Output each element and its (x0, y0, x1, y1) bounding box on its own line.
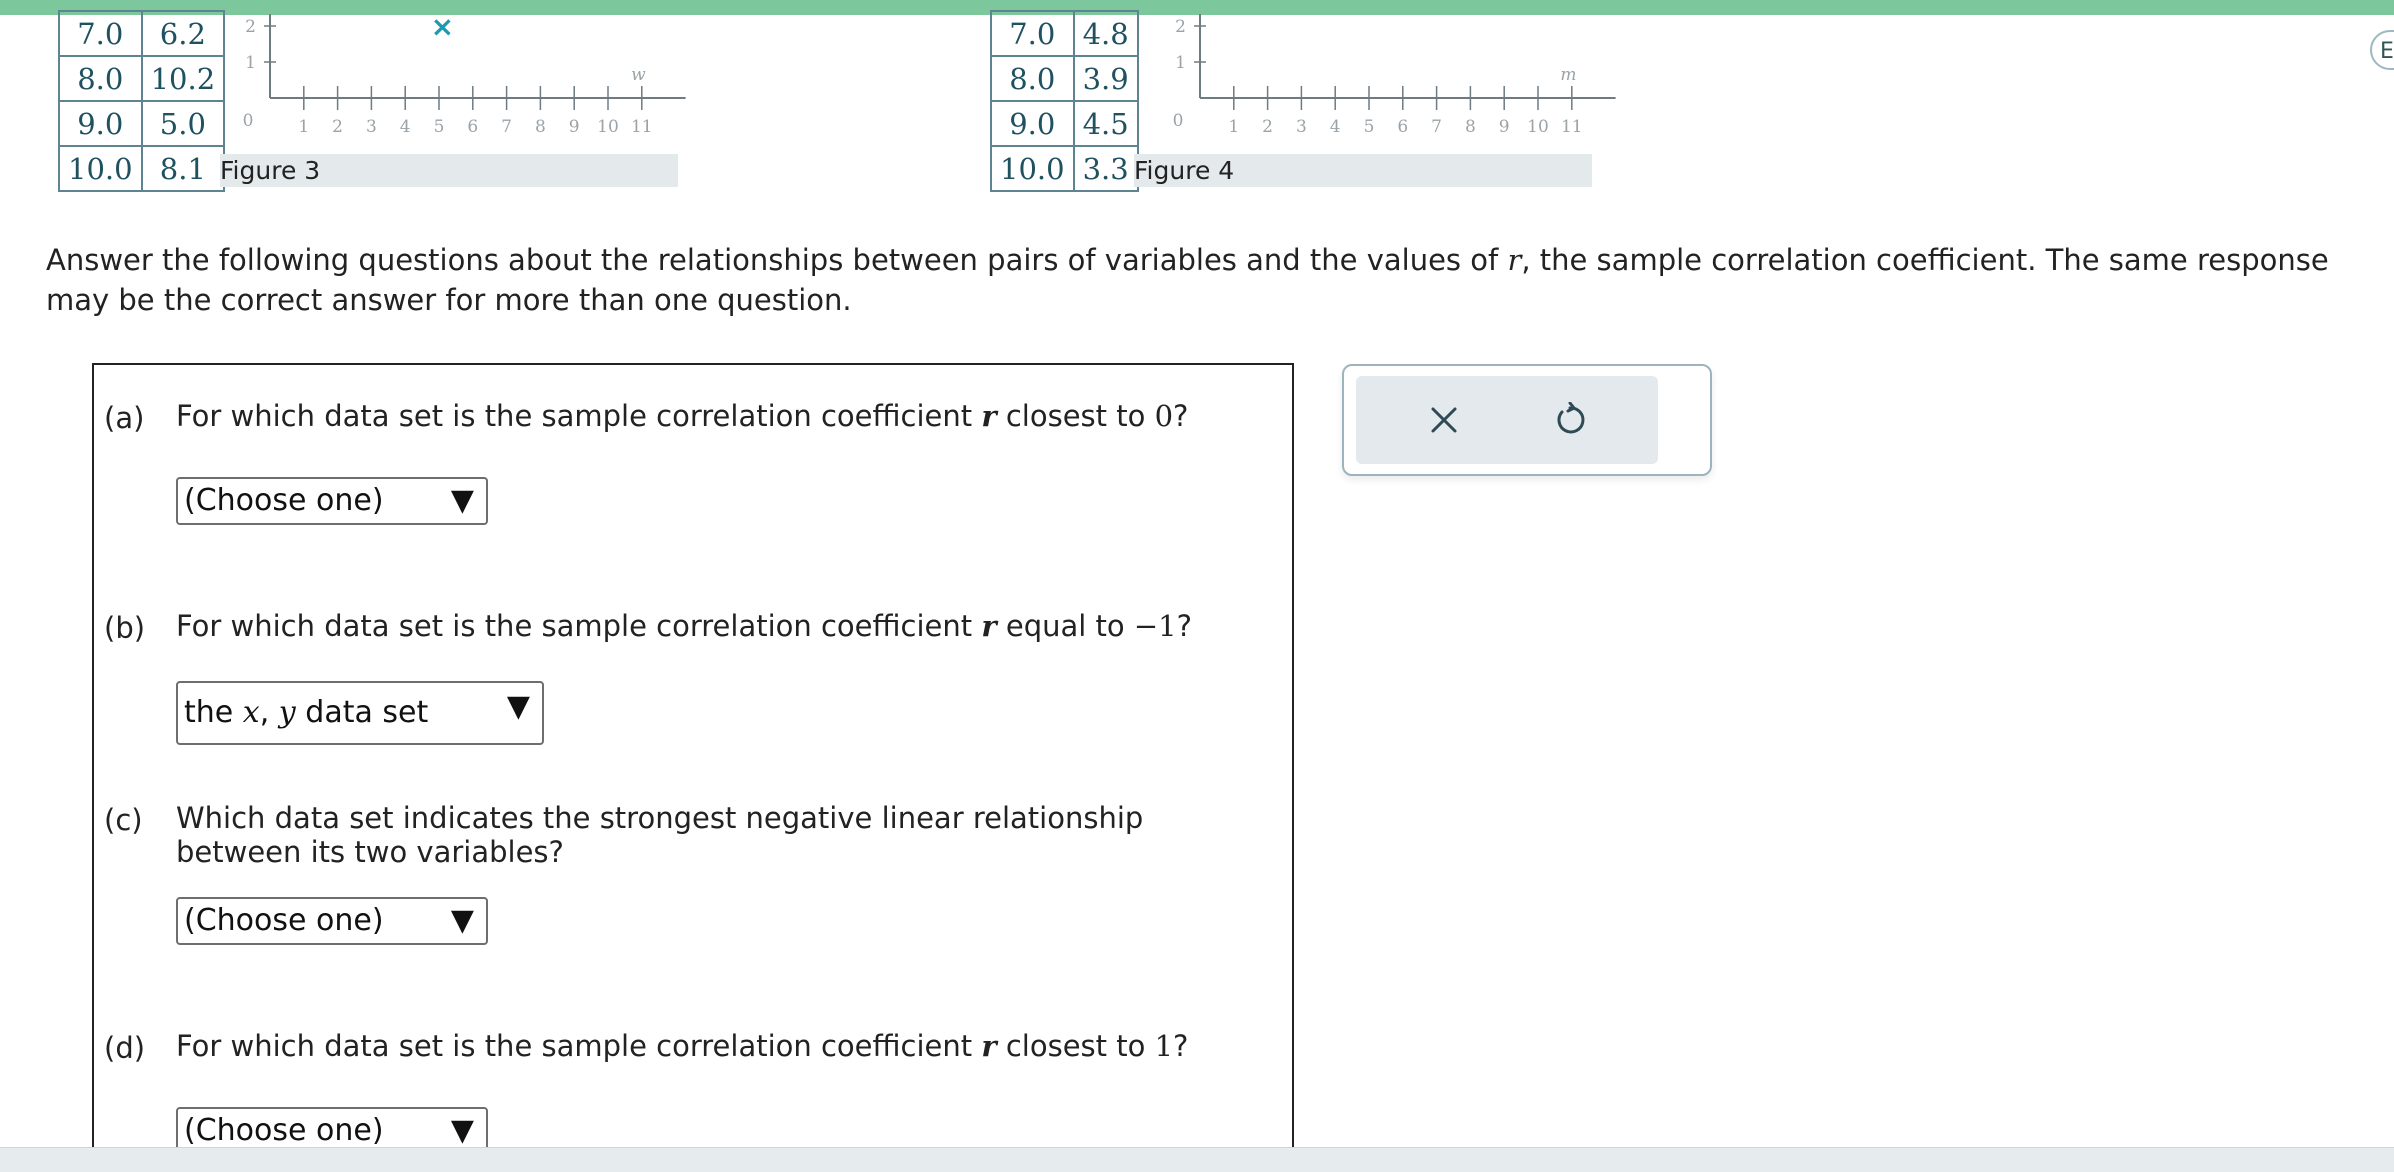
y-tick-label: 1 (245, 53, 256, 73)
table-cell: 7.0 (58, 10, 143, 57)
question-c-text: Which data set indicates the strongest n… (176, 801, 1144, 869)
x-tick-label: 8 (1465, 117, 1476, 137)
x-tick-label: 3 (1296, 117, 1307, 137)
table-cell: 10.0 (58, 145, 143, 192)
table-cell: 10.2 (140, 55, 226, 102)
table-cell: 9.0 (58, 100, 143, 147)
question-a-dropdown[interactable]: (Choose one) ▼ (176, 477, 488, 525)
y-tick-label: 2 (245, 17, 256, 37)
table-cell: 8.0 (58, 55, 143, 102)
undo-button[interactable] (1538, 388, 1602, 452)
x-tick-label: 4 (400, 117, 411, 137)
table-cell: 7.0 (990, 10, 1075, 57)
figure3-plot: 210 1 2 3 4 5 6 7 8 9 10 11w× (243, 10, 686, 137)
top-accent-bar (0, 0, 2394, 15)
x-tick-label: 7 (1431, 117, 1442, 137)
table-cell: 8.1 (140, 145, 226, 192)
instructions-text: Answer the following questions about the… (46, 243, 2329, 317)
x-tick-label: 9 (1499, 117, 1510, 137)
question-c-dropdown[interactable]: (Choose one) ▼ (176, 897, 488, 945)
question-b-label: (b) (104, 611, 146, 645)
answer-tools-panel (1342, 364, 1712, 476)
table-cell: 6.2 (140, 10, 226, 57)
table-cell: 4.8 (1072, 10, 1139, 57)
figure4-table: 7.0 4.8 8.0 3.9 9.0 4.5 10.0 3.3 (990, 10, 1139, 192)
table-row: 10.0 3.3 (990, 145, 1139, 192)
x-tick-label: 2 (1262, 117, 1273, 137)
x-tick-label: 0 (243, 111, 254, 131)
undo-icon (1557, 402, 1585, 434)
x-tick-label: 10 (597, 117, 619, 137)
answer-tools-bar (1356, 376, 1658, 464)
x-tick-label: 2 (332, 117, 343, 137)
table-cell: 3.3 (1072, 145, 1139, 192)
questions-box: (a) For which data set is the sample cor… (92, 363, 1294, 1165)
question-c-label: (c) (104, 803, 143, 837)
question-d-text: For which data set is the sample correla… (176, 1029, 1189, 1063)
table-row: 7.0 4.8 (990, 10, 1139, 57)
table-cell: 9.0 (990, 100, 1075, 147)
x-tick-label: 1 (1228, 117, 1239, 137)
table-cell: 10.0 (990, 145, 1075, 192)
x-tick-label: 4 (1330, 117, 1341, 137)
question-b-dropdown[interactable]: the x, y data set ▼ (176, 681, 544, 745)
y-tick-label: 1 (1175, 53, 1186, 73)
table-row: 10.0 8.1 (58, 145, 226, 192)
x-axis-variable-label: w (631, 65, 646, 85)
x-tick-label: 3 (366, 117, 377, 137)
table-row: 7.0 6.2 (58, 10, 226, 57)
y-tick-label: 2 (1175, 17, 1186, 37)
x-tick-label: 10 (1527, 117, 1549, 137)
figure4-plot: 210 1 2 3 4 5 6 7 8 9 10 11m (1173, 14, 1616, 137)
table-cell: 3.9 (1072, 55, 1139, 102)
x-tick-label: 6 (1397, 117, 1408, 137)
x-tick-label: 5 (1364, 117, 1375, 137)
x-tick-label: 5 (434, 117, 445, 137)
x-tick-label: 7 (501, 117, 512, 137)
table-row: 9.0 4.5 (990, 100, 1139, 147)
question-d-label: (d) (104, 1031, 146, 1065)
chevron-down-icon: ▼ (450, 903, 474, 938)
x-tick-label: 9 (569, 117, 580, 137)
bottom-bar (0, 1147, 2394, 1172)
clear-button[interactable] (1412, 388, 1476, 452)
close-icon (1431, 407, 1457, 433)
chevron-down-icon: ▼ (450, 483, 474, 518)
question-a-label: (a) (104, 401, 145, 435)
chevron-down-icon: ▼ (506, 689, 530, 724)
x-tick-label: 11 (1561, 117, 1583, 137)
edge-button[interactable]: E (2370, 30, 2394, 70)
table-cell: 8.0 (990, 55, 1075, 102)
table-row: 8.0 3.9 (990, 55, 1139, 102)
figure3-table: 7.0 6.2 8.0 10.2 9.0 5.0 10.0 8.1 (58, 10, 226, 192)
x-tick-label: 0 (1173, 111, 1184, 131)
figure3-caption: Figure 3 (220, 154, 678, 187)
x-tick-label: 8 (535, 117, 546, 137)
x-tick-label: 1 (298, 117, 309, 137)
question-b-text: For which data set is the sample correla… (176, 609, 1193, 643)
table-cell: 4.5 (1072, 100, 1139, 147)
table-cell: 5.0 (140, 100, 226, 147)
x-tick-label: 6 (467, 117, 478, 137)
question-a-text: For which data set is the sample correla… (176, 399, 1189, 433)
table-row: 8.0 10.2 (58, 55, 226, 102)
table-row: 9.0 5.0 (58, 100, 226, 147)
x-tick-label: 11 (631, 117, 653, 137)
figure4-caption: Figure 4 (1134, 154, 1592, 187)
data-point-marker: × (431, 10, 454, 43)
x-axis-variable-label: m (1560, 65, 1576, 85)
